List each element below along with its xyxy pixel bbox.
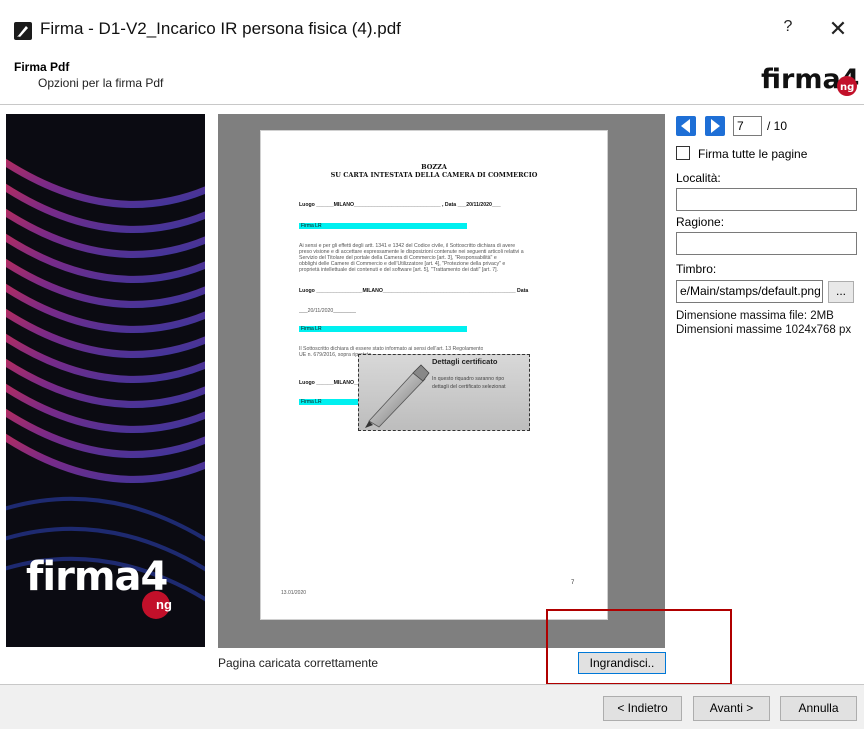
brand-logo: firma4 ng — [759, 58, 859, 98]
page-total: / 10 — [767, 119, 788, 133]
pdf-page: BOZZA SU CARTA INTESTATA DELLA CAMERA DI… — [260, 130, 608, 620]
page-title: Firma Pdf — [14, 60, 70, 74]
arrow-right-icon[interactable] — [705, 116, 725, 136]
reason-label: Ragione: — [676, 215, 725, 229]
doc-heading: BOZZA — [421, 163, 447, 171]
stamp-path-input[interactable]: e/Main/stamps/default.png — [676, 280, 823, 303]
svg-text:ng: ng — [840, 82, 854, 93]
doc-place-date: Luogo ______MILANO______________________… — [299, 202, 501, 208]
doc-place-date: Luogo ________________MILANO____________… — [299, 288, 529, 294]
zoom-button[interactable]: Ingrandisci.. — [578, 652, 666, 674]
help-button[interactable]: ? — [778, 18, 798, 42]
sidebar-logo-sub: ng — [156, 597, 172, 612]
window-title: Firma - D1-V2_Incarico IR persona fisica… — [40, 19, 401, 38]
signature-placement-box[interactable]: Dettagli certificato In questo riquadro … — [358, 354, 530, 431]
doc-heading-sub: SU CARTA INTESTATA DELLA CAMERA DI COMME… — [330, 171, 538, 179]
signature-field-highlight: Firma LR — [299, 326, 467, 332]
pen-icon — [363, 361, 433, 432]
sign-all-pages-checkbox[interactable] — [676, 146, 690, 160]
title-bar: Firma - D1-V2_Incarico IR persona fisica… — [0, 0, 864, 52]
doc-footer: 13.01/2020 — [281, 590, 307, 596]
stamp-label: Timbro: — [676, 262, 717, 276]
sign-all-pages-label[interactable]: Firma tutte le pagine — [698, 147, 807, 161]
sidebar-artwork: firma4 ng — [6, 114, 205, 647]
page-subtitle: Opzioni per la firma Pdf — [38, 76, 164, 90]
browse-button[interactable]: ... — [828, 281, 854, 303]
reason-input[interactable] — [676, 232, 857, 255]
doc-page-number: 7 — [571, 580, 575, 586]
header-divider — [0, 104, 864, 105]
signature-field-highlight: Firma LR — [299, 223, 467, 229]
cancel-button[interactable]: Annulla — [780, 696, 857, 721]
signature-box-line: dettagli del certificato selezionat — [432, 384, 506, 390]
location-label: Località: — [676, 171, 721, 185]
status-message: Pagina caricata correttamente — [218, 656, 379, 670]
pen-icon — [14, 22, 32, 40]
close-button[interactable]: ✕ — [826, 16, 850, 42]
doc-paragraph-line: proprietà intellettuale dei contenuti e … — [299, 267, 498, 273]
signature-field-label: Firma LR — [301, 326, 322, 332]
doc-date: ___20/11/2020________ — [299, 308, 357, 314]
max-file-size-info: Dimensione massima file: 2MB — [676, 310, 834, 322]
next-button[interactable]: Avanti > — [693, 696, 770, 721]
max-dimensions-info: Dimensioni massime 1024x768 px — [676, 324, 852, 336]
signature-field-label: Firma LR — [301, 223, 322, 229]
location-input[interactable] — [676, 188, 857, 211]
sidebar-logo: firma4 — [26, 554, 168, 600]
back-button[interactable]: < Indietro — [603, 696, 682, 721]
arrow-left-icon[interactable] — [676, 116, 696, 136]
page-number-input[interactable]: 7 — [733, 116, 762, 136]
signature-box-line: In questo riquadro saranno ripo — [432, 376, 505, 382]
signature-box-title: Dettagli certificato — [432, 357, 498, 366]
signature-field-label: Firma LR — [301, 399, 322, 405]
pdf-preview[interactable]: BOZZA SU CARTA INTESTATA DELLA CAMERA DI… — [218, 114, 665, 648]
signature-box-text: In questo riquadro saranno ripo dettagli… — [432, 375, 506, 391]
